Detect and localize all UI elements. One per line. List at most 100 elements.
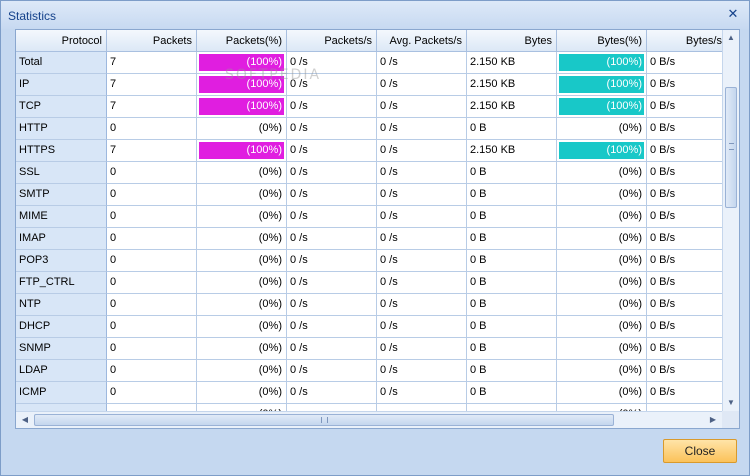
packets-percent-cell: (100%) xyxy=(197,74,287,96)
percent-label: (0%) xyxy=(258,364,282,376)
bytes-per-second-cell: 0 B/s xyxy=(647,250,722,272)
scroll-down-icon[interactable]: ▼ xyxy=(727,399,735,407)
bytes-per-second-cell: 0 B/s xyxy=(647,96,722,118)
table-row[interactable]: SMTP 0 (0%) 0 /s 0 /s 0 B (0%) 0 B/s xyxy=(16,184,722,206)
table-row[interactable]: POP3 0 (0%) 0 /s 0 /s 0 B (0%) 0 B/s xyxy=(16,250,722,272)
packets-per-second-cell: 0 /s xyxy=(287,118,377,140)
bytes-percent-cell: (100%) xyxy=(557,96,647,118)
column-header-packets-per-second[interactable]: Packets/s xyxy=(287,30,377,52)
column-header-bytes-per-second[interactable]: Bytes/s xyxy=(647,30,722,52)
bytes-percent-cell: (0%) xyxy=(557,338,647,360)
packets-percent-cell: (0%) xyxy=(197,360,287,382)
percent-label: (100%) xyxy=(246,56,282,68)
close-button[interactable]: Close xyxy=(663,439,737,463)
bytes-per-second-cell: 0 B/s xyxy=(647,272,722,294)
vertical-scrollbar[interactable]: ▲ ▼ xyxy=(722,30,739,411)
table-row[interactable]: LDAP 0 (0%) 0 /s 0 /s 0 B (0%) 0 B/s xyxy=(16,360,722,382)
bytes-cell: 0 B xyxy=(467,162,557,184)
table-row[interactable]: NTP 0 (0%) 0 /s 0 /s 0 B (0%) 0 B/s xyxy=(16,294,722,316)
column-header-avg-packets-per-second[interactable]: Avg. Packets/s xyxy=(377,30,467,52)
avg-packets-per-second-cell: 0 /s xyxy=(377,272,467,294)
close-icon[interactable]: ✕ xyxy=(725,6,741,22)
table-row[interactable]: SNMP 0 (0%) 0 /s 0 /s 0 B (0%) 0 B/s xyxy=(16,338,722,360)
protocol-cell: ICMP xyxy=(16,382,107,404)
packets-cell: 0 xyxy=(107,250,197,272)
percent-label: (0%) xyxy=(258,320,282,332)
avg-packets-per-second-cell: 0 /s xyxy=(377,206,467,228)
table-row[interactable]: IP 7 (100%) 0 /s 0 /s 2.150 KB (100%) 0 B/s xyxy=(16,74,722,96)
table-row[interactable]: MIME 0 (0%) 0 /s 0 /s 0 B (0%) 0 B/s xyxy=(16,206,722,228)
percent-label: (0%) xyxy=(258,342,282,354)
packets-percent-cell: (100%) xyxy=(197,96,287,118)
packets-percent-cell: (0%) xyxy=(197,338,287,360)
column-header-packets-percent[interactable]: Packets(%) xyxy=(197,30,287,52)
table-row[interactable]: DHCP 0 (0%) 0 /s 0 /s 0 B (0%) 0 B/s xyxy=(16,316,722,338)
percent-label: (0%) xyxy=(258,188,282,200)
bytes-percent-cell: (0%) xyxy=(557,250,647,272)
avg-packets-per-second-cell: 0 /s xyxy=(377,316,467,338)
column-header-bytes-percent[interactable]: Bytes(%) xyxy=(557,30,647,52)
bytes-cell: 0 B xyxy=(467,382,557,404)
bytes-percent-cell: (0%) xyxy=(557,404,647,411)
bytes-cell: 2.150 KB xyxy=(467,140,557,162)
percent-label: (100%) xyxy=(606,56,642,68)
table-row[interactable]: Total 7 (100%) 0 /s 0 /s 2.150 KB (100%) 0 B/s xyxy=(16,52,722,74)
vertical-scroll-thumb[interactable] xyxy=(725,87,737,208)
scrollbar-corner xyxy=(722,411,739,428)
percent-label: (0%) xyxy=(259,408,282,411)
percent-label: (0%) xyxy=(258,254,282,266)
percent-label: (0%) xyxy=(618,232,642,244)
bytes-per-second-cell: 0 B/s xyxy=(647,162,722,184)
percent-label: (0%) xyxy=(258,232,282,244)
percent-label: (0%) xyxy=(618,386,642,398)
packets-percent-cell: (0%) xyxy=(197,404,287,411)
percent-label: (0%) xyxy=(258,166,282,178)
percent-label: (0%) xyxy=(618,188,642,200)
percent-label: (0%) xyxy=(618,276,642,288)
table-row[interactable]: IMAP 0 (0%) 0 /s 0 /s 0 B (0%) 0 B/s xyxy=(16,228,722,250)
bytes-percent-cell: (0%) xyxy=(557,382,647,404)
statistics-window: Statistics ✕ Protocol Packets Packets(%)… xyxy=(0,0,750,476)
bytes-per-second-cell: 0 B/s xyxy=(647,140,722,162)
bytes-percent-cell: (100%) xyxy=(557,140,647,162)
bytes-percent-cell: (100%) xyxy=(557,52,647,74)
packets-per-second-cell xyxy=(287,404,377,411)
protocol-cell: HTTPS xyxy=(16,140,107,162)
bytes-per-second-cell: 0 B/s xyxy=(647,228,722,250)
column-header-protocol[interactable]: Protocol xyxy=(16,30,107,52)
table-row[interactable]: ICMP 0 (0%) 0 /s 0 /s 0 B (0%) 0 B/s xyxy=(16,382,722,404)
packets-cell: 0 xyxy=(107,228,197,250)
protocol-cell: FTP_CTRL xyxy=(16,272,107,294)
packets-per-second-cell: 0 /s xyxy=(287,206,377,228)
statistics-grid: Protocol Packets Packets(%) Packets/s Av… xyxy=(15,29,740,429)
table-row[interactable]: TCP 7 (100%) 0 /s 0 /s 2.150 KB (100%) 0 B/s xyxy=(16,96,722,118)
packets-per-second-cell: 0 /s xyxy=(287,162,377,184)
percent-label: (100%) xyxy=(606,144,642,156)
percent-label: (0%) xyxy=(619,408,642,411)
scroll-up-icon[interactable]: ▲ xyxy=(727,34,735,42)
bytes-per-second-cell: 0 B/s xyxy=(647,184,722,206)
avg-packets-per-second-cell: 0 /s xyxy=(377,294,467,316)
packets-percent-cell: (100%) xyxy=(197,140,287,162)
table-row[interactable]: HTTPS 7 (100%) 0 /s 0 /s 2.150 KB (100%) 0 B/s xyxy=(16,140,722,162)
table-row[interactable]: HTTP 0 (0%) 0 /s 0 /s 0 B (0%) 0 B/s xyxy=(16,118,722,140)
bytes-percent-cell: (0%) xyxy=(557,228,647,250)
horizontal-scrollbar[interactable]: ◀ ▶ xyxy=(16,411,722,428)
bytes-cell: 0 B xyxy=(467,206,557,228)
column-header-bytes[interactable]: Bytes xyxy=(467,30,557,52)
bytes-percent-cell: (0%) xyxy=(557,184,647,206)
packets-cell: 7 xyxy=(107,140,197,162)
horizontal-scroll-thumb[interactable] xyxy=(34,414,614,426)
table-row[interactable]: SSL 0 (0%) 0 /s 0 /s 0 B (0%) 0 B/s xyxy=(16,162,722,184)
table-row[interactable]: FTP_CTRL 0 (0%) 0 /s 0 /s 0 B (0%) 0 B/s xyxy=(16,272,722,294)
bytes-cell: 0 B xyxy=(467,272,557,294)
column-header-packets[interactable]: Packets xyxy=(107,30,197,52)
packets-cell: 0 xyxy=(107,338,197,360)
packets-per-second-cell: 0 /s xyxy=(287,140,377,162)
table-row[interactable]: (0%) (0%) xyxy=(16,404,722,411)
scroll-left-icon[interactable]: ◀ xyxy=(21,416,29,424)
packets-percent-cell: (0%) xyxy=(197,272,287,294)
bytes-cell: 0 B xyxy=(467,294,557,316)
scroll-right-icon[interactable]: ▶ xyxy=(709,416,717,424)
avg-packets-per-second-cell: 0 /s xyxy=(377,74,467,96)
